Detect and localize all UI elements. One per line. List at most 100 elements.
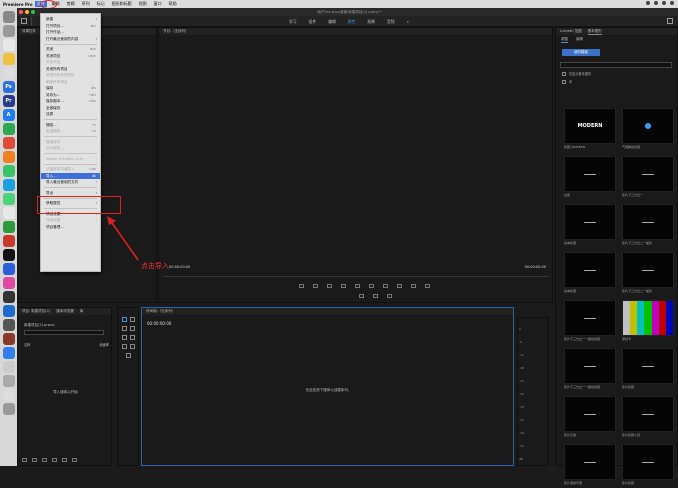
trash-icon[interactable]	[2, 403, 15, 415]
messages-icon[interactable]	[2, 193, 15, 205]
checkbox[interactable]	[562, 71, 566, 76]
new-bin-icon[interactable]	[52, 458, 57, 462]
program-scrubber[interactable]	[163, 276, 549, 277]
selection-tool-icon[interactable]	[122, 317, 127, 322]
menu-view[interactable]: 视图	[139, 1, 147, 7]
app-blue3-icon[interactable]	[2, 305, 15, 317]
template-item[interactable]: 影片下三分之一一般化标题	[564, 300, 616, 344]
program-timecode[interactable]: 00:00:00:00	[169, 265, 190, 269]
stickies-icon[interactable]	[2, 53, 15, 65]
launchpad-icon[interactable]	[2, 25, 15, 37]
premiere-icon[interactable]: Pr	[2, 95, 15, 107]
chrome-icon[interactable]	[2, 123, 15, 135]
extract-icon[interactable]	[411, 284, 416, 288]
template-item[interactable]: 影片元素	[564, 396, 616, 440]
app-gray-icon[interactable]	[2, 319, 15, 331]
razor-tool-icon[interactable]	[130, 326, 135, 331]
app-dark-icon[interactable]	[2, 291, 15, 303]
rectangle-tool-icon[interactable]	[122, 344, 127, 349]
app-white-icon[interactable]	[2, 207, 15, 219]
template-item[interactable]: 白色	[564, 156, 616, 200]
menu-markers[interactable]: 标记	[97, 1, 105, 7]
template-item[interactable]: 影片下三分之二一般化	[622, 252, 674, 296]
template-item[interactable]: MODERN 标题_MODERN	[564, 108, 616, 152]
tab-essential-graphics[interactable]: 基本图形	[587, 28, 602, 35]
template-item[interactable]: 基本标题	[564, 204, 616, 248]
track-select-tool-icon[interactable]	[130, 317, 135, 322]
home-icon[interactable]	[21, 18, 27, 24]
tab-effect-controls[interactable]: 效果控件	[22, 28, 36, 35]
wechat-icon[interactable]	[2, 165, 15, 177]
wifi-icon[interactable]	[646, 1, 650, 5]
share-icon[interactable]	[667, 18, 673, 24]
menu-item[interactable]: 还原	[41, 111, 100, 118]
app-blue2-icon[interactable]	[2, 263, 15, 275]
lift-icon[interactable]	[397, 284, 402, 288]
template-search-input[interactable]: ⌕	[560, 62, 672, 68]
battery-icon[interactable]	[654, 1, 658, 5]
workspace-more-icon[interactable]: »	[407, 19, 409, 25]
menu-item[interactable]: 打开最近使用的内容 ›	[41, 36, 100, 43]
app-gray2-icon[interactable]	[2, 375, 15, 387]
app-red2-icon[interactable]	[2, 235, 15, 247]
app-blue-icon[interactable]	[2, 179, 15, 191]
slip-tool-icon[interactable]	[122, 335, 127, 340]
workspace-color[interactable]: 颜色	[348, 19, 356, 25]
app-pink-icon[interactable]	[2, 277, 15, 289]
tab-project[interactable]: 项目: 新建项目(2)	[22, 308, 50, 315]
mark-in-icon[interactable]	[299, 284, 304, 288]
camera-icon[interactable]	[373, 294, 378, 298]
template-item[interactable]: 影片标题	[622, 444, 674, 488]
menu-graphics[interactable]: 图形和标题	[112, 1, 132, 7]
tab-browse[interactable]: 浏览	[561, 37, 568, 43]
capcut-icon[interactable]	[2, 249, 15, 261]
new-item-icon[interactable]	[62, 458, 67, 462]
template-item[interactable]: 影片滚动字幕	[564, 444, 616, 488]
notes-icon[interactable]	[2, 39, 15, 51]
workspace-learn[interactable]: 学习	[289, 19, 297, 25]
column-frame-rate[interactable]: 帧速率	[99, 342, 109, 347]
mark-out-icon[interactable]	[313, 284, 318, 288]
ripple-edit-tool-icon[interactable]	[122, 326, 127, 331]
menu-help[interactable]: 帮助	[169, 1, 177, 7]
appstore-icon[interactable]: A	[2, 109, 15, 121]
checkbox[interactable]	[562, 79, 566, 84]
column-name[interactable]: 名称	[24, 342, 30, 347]
menu-sequence[interactable]: 序列	[82, 1, 90, 7]
step-forward-icon[interactable]	[369, 284, 374, 288]
timeline-timecode[interactable]: 00:00:00:00	[147, 321, 171, 326]
close-window-icon[interactable]	[19, 10, 23, 14]
go-to-out-icon[interactable]	[383, 284, 388, 288]
hand-tool-icon[interactable]	[130, 344, 135, 349]
template-item[interactable]: 影片下三分之一	[622, 156, 674, 200]
menu-clip[interactable]: 剪辑	[67, 1, 75, 7]
my-templates-button[interactable]: 我的模板	[562, 49, 600, 56]
photoshop-icon[interactable]: Ps	[2, 81, 15, 93]
comparison-view-icon[interactable]	[359, 294, 364, 298]
go-to-in-icon[interactable]	[327, 284, 332, 288]
step-back-icon[interactable]	[341, 284, 346, 288]
calendar-icon[interactable]	[2, 67, 15, 79]
settings-icon[interactable]	[387, 294, 392, 298]
template-item[interactable]: 影片标题人员	[622, 396, 674, 440]
export-frame-icon[interactable]	[425, 284, 430, 288]
workspace-effects[interactable]: 效果	[367, 19, 375, 25]
play-icon[interactable]	[355, 284, 360, 288]
app-light2-icon[interactable]	[2, 389, 15, 401]
zoom-window-icon[interactable]	[31, 10, 35, 14]
search-icon[interactable]	[662, 1, 666, 5]
tab-timeline[interactable]: 时间轴:（无序列）	[146, 308, 175, 315]
app-red-icon[interactable]	[2, 137, 15, 149]
menu-window[interactable]: 窗口	[154, 1, 162, 7]
control-center-icon[interactable]	[670, 1, 674, 5]
menu-item[interactable]: 导入最近使用的文件 ›	[41, 179, 100, 186]
template-item[interactable]: 影片下三分之一一般化标题	[564, 348, 616, 392]
app-blue4-icon[interactable]	[2, 347, 15, 359]
template-item[interactable]: 影片标题	[622, 348, 674, 392]
workspace-assembly[interactable]: 组件	[309, 19, 317, 25]
template-item[interactable]: 基本标题	[564, 252, 616, 296]
pencil-icon[interactable]	[22, 458, 27, 462]
app-brown-icon[interactable]	[2, 333, 15, 345]
excel-icon[interactable]	[2, 221, 15, 233]
program-title[interactable]: 节目:（无序列）	[163, 28, 189, 35]
